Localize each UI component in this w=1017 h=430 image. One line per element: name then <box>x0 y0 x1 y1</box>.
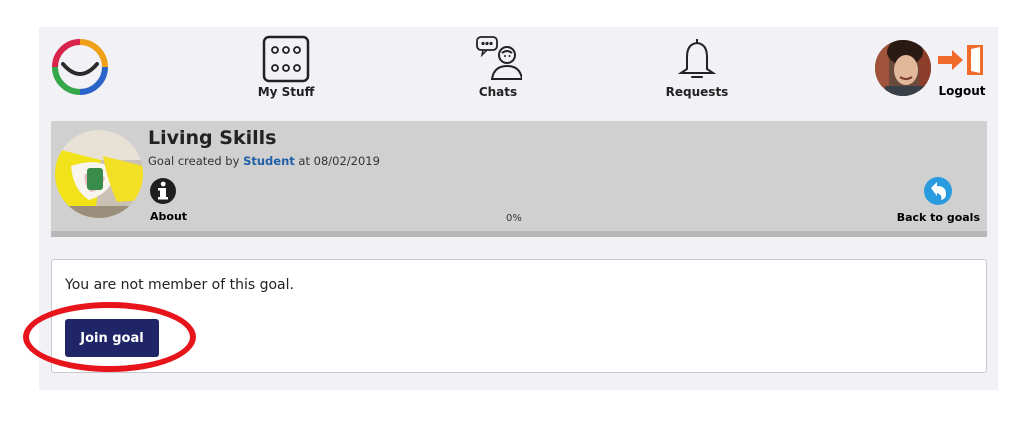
avatar-photo <box>875 40 931 96</box>
back-arrow-icon <box>924 177 953 205</box>
back-to-goals-label: Back to goals <box>896 211 980 224</box>
nav-my-stuff[interactable]: My Stuff <box>251 35 321 99</box>
about-button[interactable]: About <box>150 178 190 224</box>
info-icon <box>150 178 176 204</box>
logout-label: Logout <box>938 84 986 98</box>
nav-my-stuff-label: My Stuff <box>257 85 315 99</box>
app-window: My Stuff Chats Requests Logout Living Sk… <box>39 27 998 390</box>
chat-person-icon <box>476 36 522 80</box>
exit-door-icon <box>938 45 983 75</box>
bell-icon <box>677 39 717 78</box>
logout-button[interactable]: Logout <box>932 43 992 98</box>
goal-created-date: at 08/02/2019 <box>294 154 380 168</box>
goal-image <box>55 130 143 218</box>
membership-panel: You are not member of this goal. Join go… <box>51 259 987 373</box>
nav-chats-label: Chats <box>478 85 518 99</box>
membership-message: You are not member of this goal. <box>65 277 294 293</box>
goal-progress-bar <box>51 231 987 237</box>
goal-author-link[interactable]: Student <box>243 154 295 168</box>
progress-percent: 0% <box>506 213 522 224</box>
goal-title: Living Skills <box>148 127 277 149</box>
smile-logo-icon <box>52 39 108 95</box>
app-logo[interactable] <box>51 38 109 96</box>
nav-chats[interactable]: Chats <box>463 35 533 99</box>
user-avatar[interactable] <box>875 40 931 96</box>
nav-requests-label: Requests <box>665 85 729 99</box>
nav-requests[interactable]: Requests <box>657 35 737 99</box>
goal-header: Living Skills Goal created by Student at… <box>51 121 987 237</box>
goal-meta: Goal created by Student at 08/02/2019 <box>148 154 380 168</box>
dice-grid-icon <box>262 35 310 83</box>
about-label: About <box>150 210 188 223</box>
back-to-goals-button[interactable]: Back to goals <box>897 177 980 225</box>
join-goal-button[interactable]: Join goal <box>65 319 159 357</box>
goal-created-prefix: Goal created by <box>148 154 244 168</box>
goal-photo <box>55 130 143 218</box>
